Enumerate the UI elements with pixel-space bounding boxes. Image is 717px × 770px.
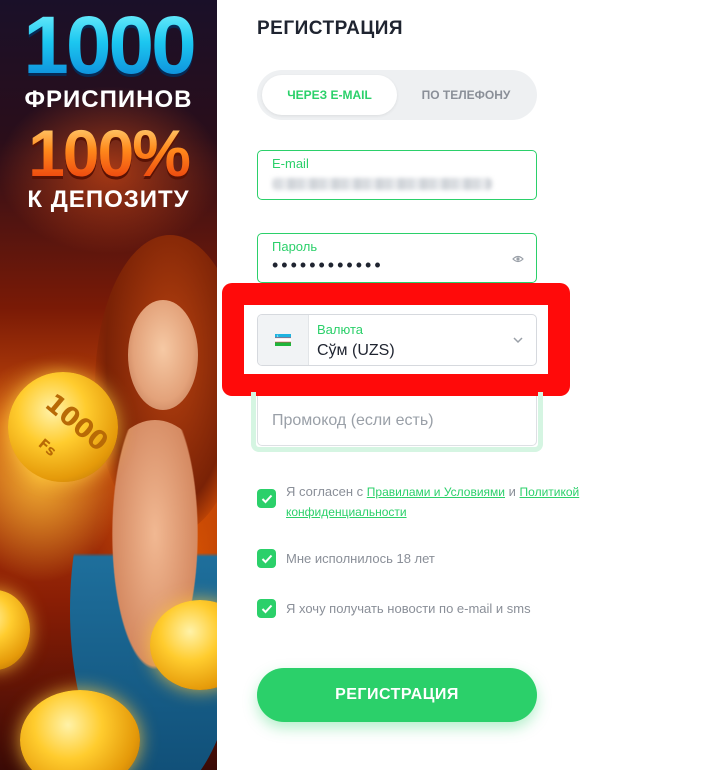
privacy-link-part2[interactable]: конфиденциальности — [286, 505, 407, 519]
news-checkbox[interactable] — [257, 599, 276, 618]
age-text: Мне исполнилось 18 лет — [286, 551, 435, 566]
currency-value: Сўм (UZS) — [317, 342, 395, 359]
promocode-input[interactable]: Промокод (если есть) — [257, 396, 537, 446]
promo-deposit-percent: 100% — [0, 118, 217, 188]
terms-checkbox[interactable] — [257, 489, 276, 508]
checkmark-icon — [261, 604, 272, 613]
uzbekistan-flag-icon — [275, 334, 291, 346]
email-field[interactable]: E-mail — [257, 150, 537, 200]
tab-phone[interactable]: ПО ТЕЛЕФОНУ — [400, 75, 532, 115]
checkmark-icon — [261, 554, 272, 563]
promocode-placeholder: Промокод (если есть) — [272, 412, 434, 429]
terms-consent-row: Я согласен с Правилами и Условиями и Пол… — [257, 484, 579, 522]
currency-select[interactable]: Валюта Сўм (UZS) — [257, 314, 537, 366]
terms-text: Я согласен с Правилами и Условиями и Пол… — [286, 482, 579, 522]
checkmark-icon — [261, 494, 272, 503]
chevron-down-icon — [513, 337, 523, 344]
email-label: E-mail — [272, 156, 309, 171]
registration-method-tabs: ЧЕРЕЗ E-MAIL ПО ТЕЛЕФОНУ — [257, 70, 537, 120]
age-consent-row: Мне исполнилось 18 лет — [257, 549, 435, 568]
news-text: Я хочу получать новости по e-mail и sms — [286, 601, 531, 616]
character-face-shape — [128, 300, 198, 410]
flag-container — [258, 315, 309, 365]
promo-banner[interactable]: 1000 Fs 1000 ФРИСПИНОВ 100% К ДЕПОЗИТУ — [0, 0, 217, 770]
news-consent-row: Я хочу получать новости по e-mail и sms — [257, 599, 531, 618]
tab-email[interactable]: ЧЕРЕЗ E-MAIL — [262, 75, 397, 115]
password-value: •••••••••••• — [272, 255, 384, 275]
password-label: Пароль — [272, 239, 318, 254]
page-title: РЕГИСТРАЦИЯ — [257, 18, 404, 39]
promo-freespins-label: ФРИСПИНОВ — [24, 86, 193, 113]
terms-and: и — [508, 484, 516, 499]
password-field[interactable]: Пароль •••••••••••• — [257, 233, 537, 283]
terms-prefix: Я согласен с — [286, 484, 364, 499]
register-button[interactable]: РЕГИСТРАЦИЯ — [257, 668, 537, 722]
coin-graphic-4 — [0, 590, 30, 670]
eye-icon[interactable] — [512, 253, 524, 265]
email-value-blurred — [272, 178, 492, 190]
privacy-link-part1[interactable]: Политикой — [520, 485, 580, 499]
promo-deposit-label: К ДЕПОЗИТУ — [27, 186, 190, 213]
promo-freespins-count: 1000 — [0, 4, 217, 88]
currency-label: Валюта — [317, 322, 363, 337]
age-checkbox[interactable] — [257, 549, 276, 568]
terms-link[interactable]: Правилами и Условиями — [367, 485, 505, 499]
